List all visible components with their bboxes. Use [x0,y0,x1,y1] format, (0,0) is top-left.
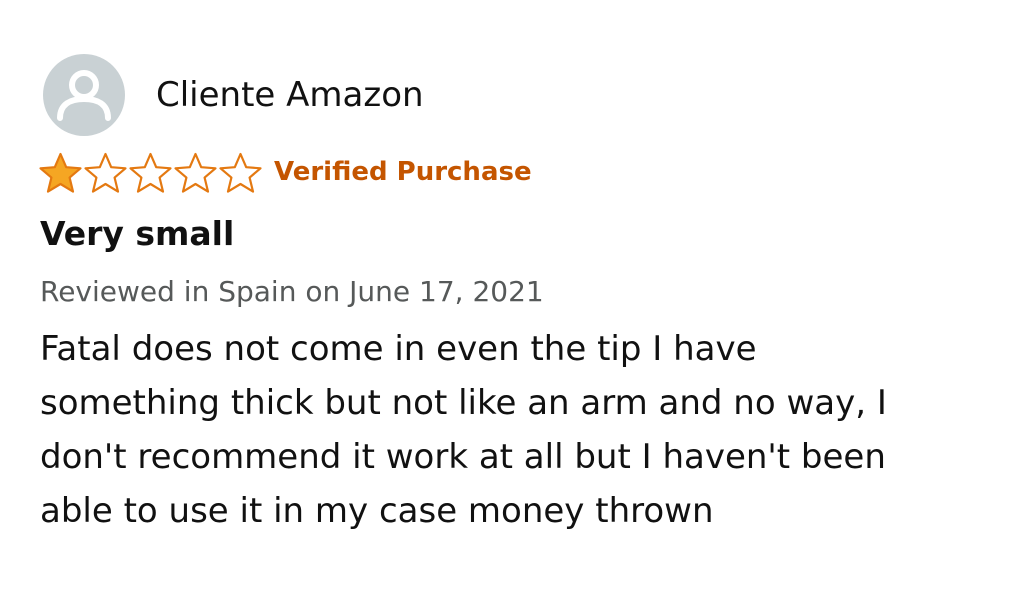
review-body-line: Fatal does not come in even the tip I ha… [40,329,757,369]
star-4-icon [173,151,218,194]
star-rating[interactable] [38,151,263,194]
star-3-icon [128,151,173,194]
user-silhouette-icon [57,70,111,121]
review-body: Fatal does not come in even the tip I ha… [40,322,1000,538]
star-2-icon [83,151,128,194]
reviewer-name[interactable]: Cliente Amazon [156,75,424,115]
review-body-line: don't recommend it work at all but I hav… [40,437,886,477]
review-body-line: something thick but not like an arm and … [40,383,887,423]
reviewer-profile[interactable]: Cliente Amazon [43,54,424,136]
customer-review: Cliente Amazon Verified Purchase Very sm… [0,0,1024,594]
review-date: Reviewed in Spain on June 17, 2021 [40,275,544,308]
verified-purchase-badge: Verified Purchase [274,157,532,187]
star-5-icon [218,151,263,194]
avatar[interactable] [43,54,125,136]
star-1-icon [38,151,83,194]
rating-row: Verified Purchase [38,150,532,194]
review-title[interactable]: Very small [40,210,234,258]
review-body-line: able to use it in my case money thrown [40,491,714,531]
